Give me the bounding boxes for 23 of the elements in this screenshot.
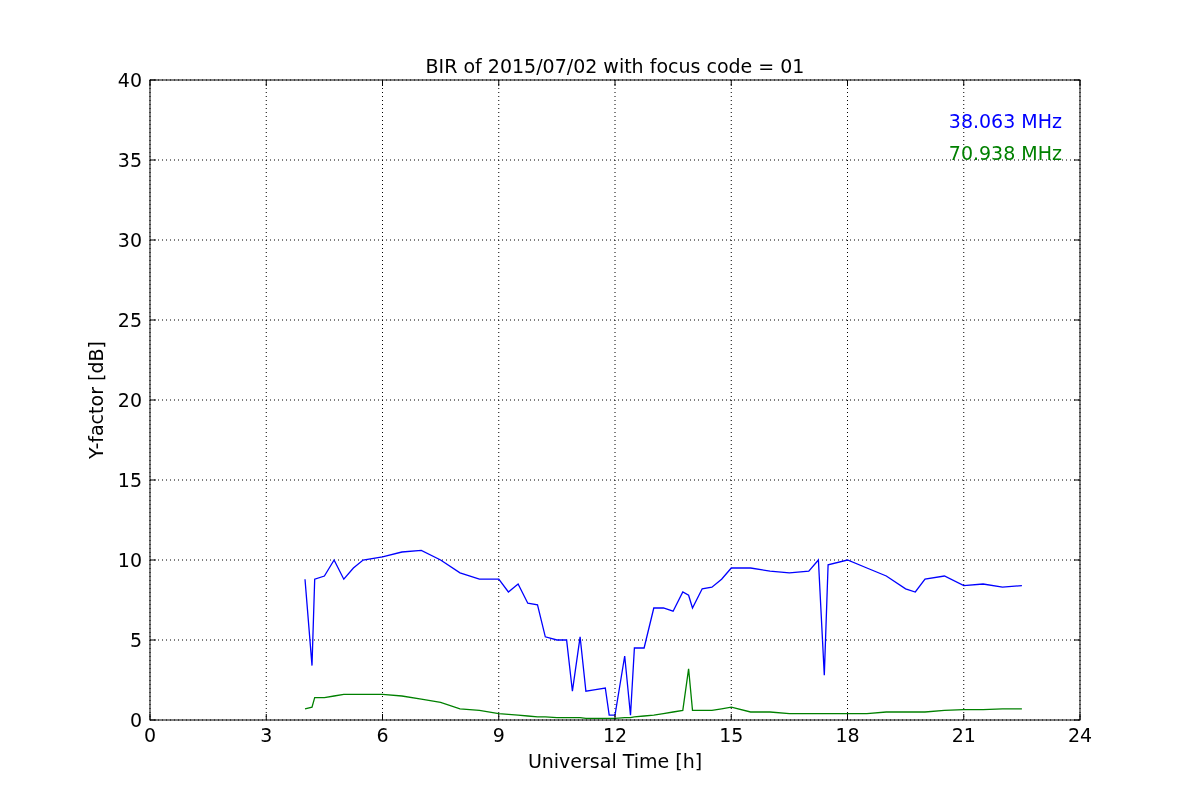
legend-label: 38.063 MHz — [948, 110, 1062, 132]
tick-label: 5 — [129, 629, 142, 651]
y-axis-label: Y-factor [dB] — [85, 341, 107, 459]
tick-label: 9 — [492, 724, 505, 746]
tick-label: 40 — [117, 69, 142, 91]
tick-label: 21 — [951, 724, 976, 746]
tick-label: 35 — [117, 149, 142, 171]
tick-label: 0 — [129, 709, 142, 731]
chart-title: BIR of 2015/07/02 with focus code = 01 — [425, 55, 805, 77]
tick-label: 3 — [260, 724, 273, 746]
tick-label: 15 — [719, 724, 744, 746]
tick-label: 12 — [602, 724, 628, 746]
x-axis-label: Universal Time [h] — [527, 750, 703, 772]
tick-label: 15 — [117, 469, 142, 491]
tick-label: 20 — [117, 389, 142, 411]
tick-label: 6 — [376, 724, 389, 746]
tick-label: 30 — [117, 229, 142, 251]
tick-label: 0 — [143, 724, 157, 746]
legend-label: 70.938 MHz — [948, 142, 1062, 164]
tick-label: 18 — [835, 724, 860, 746]
tick-label: 25 — [117, 309, 142, 331]
tick-label: 10 — [117, 549, 142, 571]
tick-label: 24 — [1067, 724, 1093, 746]
